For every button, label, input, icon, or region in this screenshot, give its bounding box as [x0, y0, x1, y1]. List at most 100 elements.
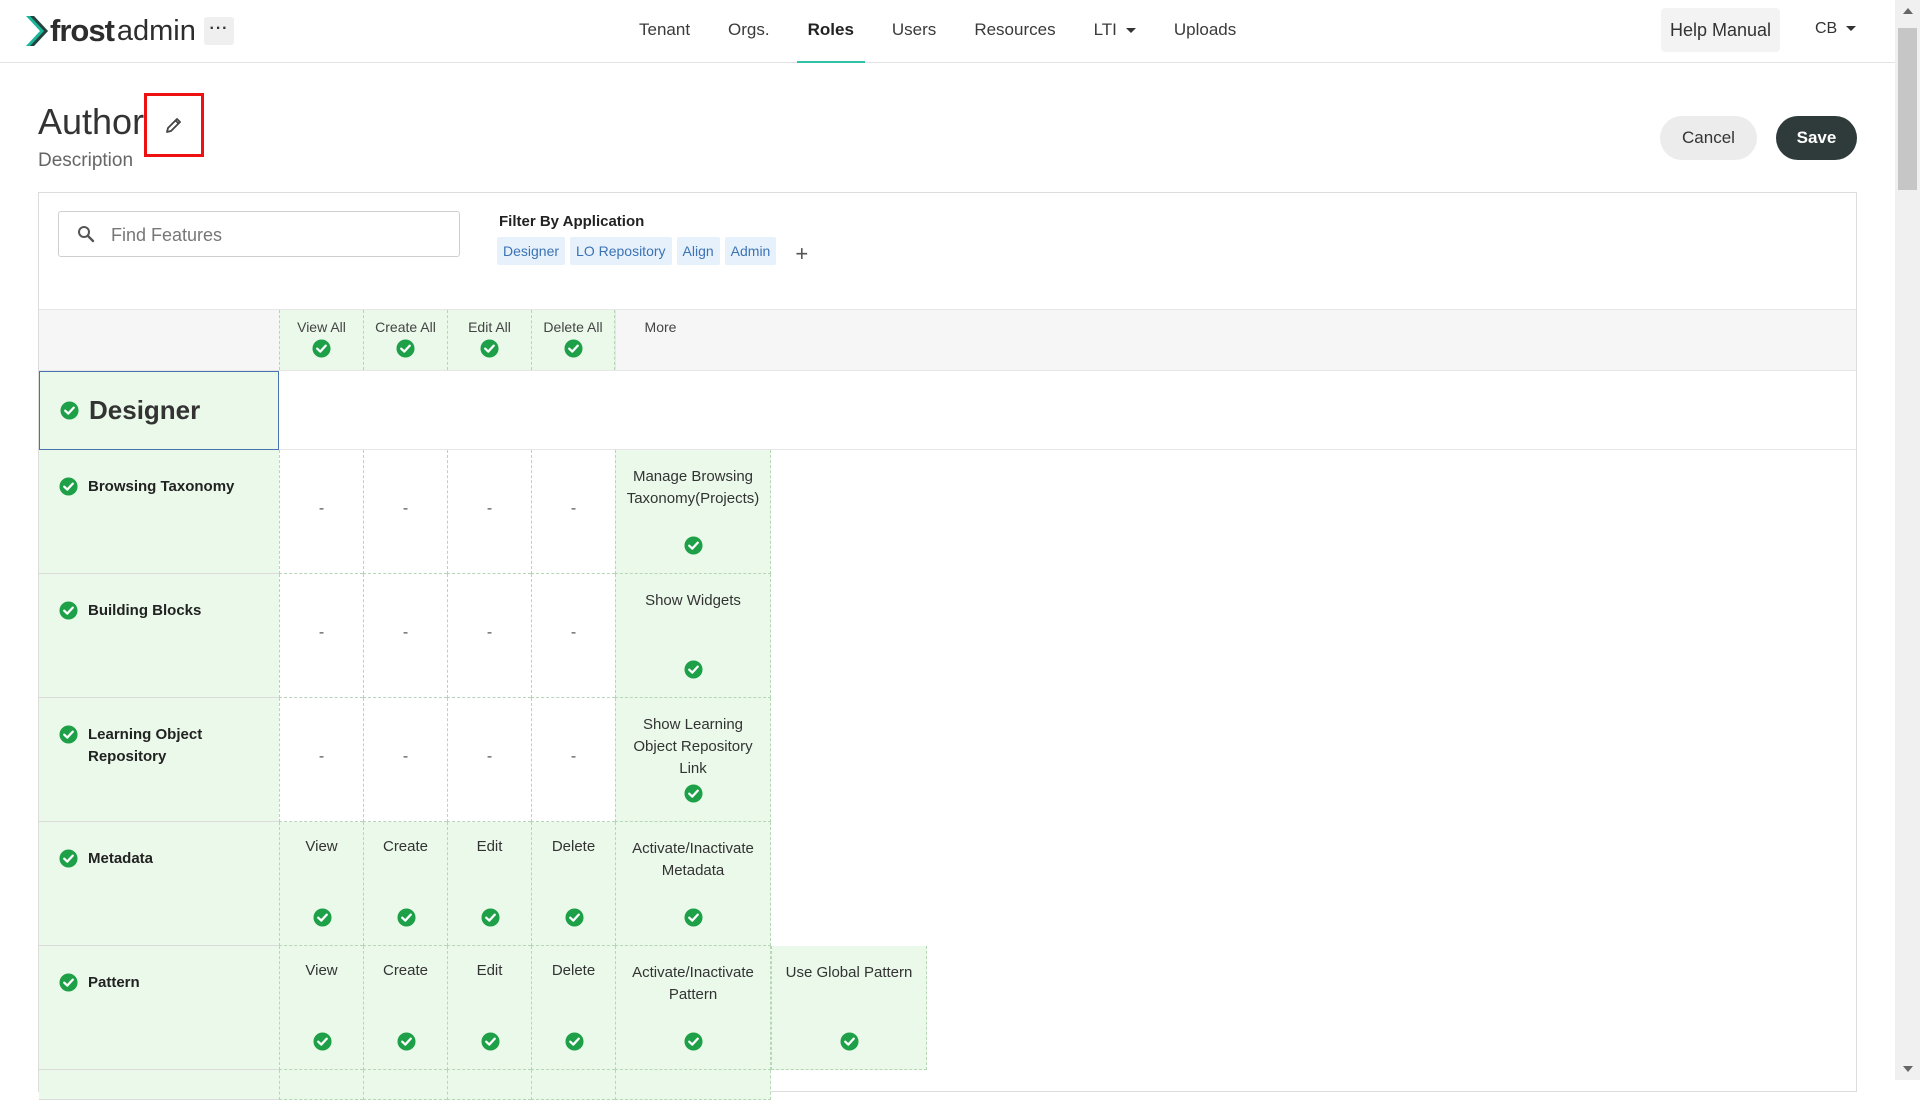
- chip-designer[interactable]: Designer: [497, 237, 566, 265]
- permission-cell-delete[interactable]: Delete: [531, 946, 615, 1070]
- check-circle-icon[interactable]: [480, 1032, 500, 1051]
- permission-cell-extra[interactable]: Use Global Pattern: [771, 946, 927, 1070]
- check-circle-icon[interactable]: [59, 477, 78, 496]
- permission-cell-extra[interactable]: Activate/Inactivate Metadata: [615, 822, 771, 946]
- feature-cell[interactable]: Metadata: [39, 822, 279, 946]
- permission-cell-create[interactable]: Create: [363, 946, 447, 1070]
- permission-cell-view: -: [279, 574, 363, 698]
- permission-label: Activate/Inactivate Metadata: [632, 840, 754, 879]
- check-circle-icon[interactable]: [563, 339, 583, 358]
- permission-cell-extra[interactable]: [615, 1070, 771, 1100]
- check-circle-icon[interactable]: [312, 908, 332, 927]
- permission-label: Manage Browsing Taxonomy(Projects): [626, 468, 760, 507]
- permission-cell-view: -: [279, 698, 363, 822]
- feature-cell[interactable]: [39, 1070, 279, 1100]
- permission-cell-view[interactable]: View: [279, 946, 363, 1070]
- feature-name: Pattern: [88, 974, 140, 991]
- user-initials: CB: [1815, 20, 1838, 37]
- check-circle-icon[interactable]: [684, 536, 703, 555]
- save-button[interactable]: Save: [1776, 116, 1857, 160]
- check-circle-icon[interactable]: [60, 401, 79, 420]
- permission-cell-edit[interactable]: Edit: [447, 822, 531, 946]
- permission-cell-extra[interactable]: Show Learning Object Repository Link: [615, 698, 771, 822]
- permission-na: -: [570, 624, 577, 641]
- permission-cell-delete: -: [531, 698, 615, 822]
- chip-lo-repository[interactable]: LO Repository: [570, 237, 672, 265]
- header-edit-all[interactable]: Edit All: [447, 310, 531, 370]
- feature-cell[interactable]: Pattern: [39, 946, 279, 1070]
- permission-cell-delete[interactable]: [531, 1070, 615, 1100]
- feature-name: Metadata: [88, 850, 154, 867]
- chip-admin[interactable]: Admin: [724, 237, 777, 265]
- permission-cell-extra[interactable]: Manage Browsing Taxonomy(Projects): [615, 450, 771, 574]
- permission-cell-edit[interactable]: [447, 1070, 531, 1100]
- cancel-button[interactable]: Cancel: [1660, 116, 1757, 160]
- check-circle-icon[interactable]: [312, 339, 331, 358]
- edit-title-button[interactable]: [144, 93, 204, 157]
- scrollbar-thumb[interactable]: [1898, 28, 1917, 190]
- check-circle-icon[interactable]: [480, 339, 499, 358]
- scroll-up-arrow-icon[interactable]: [1903, 8, 1913, 14]
- check-circle-icon[interactable]: [684, 784, 703, 803]
- nav-uploads[interactable]: Uploads: [1155, 0, 1255, 62]
- permission-cell-create[interactable]: Create: [363, 822, 447, 946]
- permission-label: Show Widgets: [645, 592, 741, 609]
- find-features-input[interactable]: [109, 212, 453, 258]
- nav-orgs[interactable]: Orgs.: [709, 0, 789, 62]
- group-cell-designer[interactable]: Designer: [39, 371, 279, 450]
- check-circle-icon[interactable]: [480, 908, 500, 927]
- check-circle-icon[interactable]: [564, 1032, 584, 1051]
- feature-cell[interactable]: Learning Object Repository: [39, 698, 279, 822]
- feature-cell[interactable]: Building Blocks: [39, 574, 279, 698]
- nav-roles[interactable]: Roles: [789, 0, 873, 63]
- check-circle-icon[interactable]: [312, 1032, 332, 1051]
- header-create-all[interactable]: Create All: [363, 310, 447, 370]
- header-delete-all[interactable]: Delete All: [531, 310, 615, 370]
- add-filter-button[interactable]: +: [795, 241, 808, 267]
- check-circle-icon[interactable]: [59, 601, 78, 620]
- check-circle-icon[interactable]: [840, 1032, 859, 1051]
- check-circle-icon[interactable]: [684, 1032, 703, 1051]
- nav-users[interactable]: Users: [873, 0, 955, 62]
- page-scrollbar[interactable]: [1895, 0, 1920, 1080]
- permission-cell-view: -: [279, 450, 363, 574]
- feature-cell[interactable]: Browsing Taxonomy: [39, 450, 279, 574]
- chip-align[interactable]: Align: [676, 237, 720, 265]
- role-description[interactable]: Description: [38, 150, 133, 172]
- permission-label: Show Learning Object Repository Link: [633, 716, 753, 777]
- filter-by-application-label: Filter By Application: [499, 213, 645, 230]
- feature-row-partial: [39, 1070, 1856, 1100]
- permission-cell-edit[interactable]: Edit: [447, 946, 531, 1070]
- check-circle-icon[interactable]: [396, 908, 416, 927]
- permissions-panel: Filter By Application Designer LO Reposi…: [38, 192, 1857, 1100]
- permission-cell-extra[interactable]: Show Widgets: [615, 574, 771, 698]
- permission-label: Create: [382, 962, 429, 979]
- feature-search-box[interactable]: [58, 211, 460, 258]
- header-label: View All: [297, 319, 346, 335]
- check-circle-icon[interactable]: [396, 339, 415, 358]
- more-menu-button[interactable]: ···: [204, 17, 234, 45]
- header-view-all[interactable]: View All: [279, 310, 363, 370]
- help-manual-button[interactable]: Help Manual: [1661, 8, 1780, 52]
- check-circle-icon[interactable]: [684, 908, 703, 927]
- app-logo[interactable]: frost admin: [26, 13, 196, 48]
- permission-cell-view[interactable]: [279, 1070, 363, 1100]
- check-circle-icon[interactable]: [59, 973, 78, 992]
- user-menu[interactable]: CB: [1815, 20, 1857, 38]
- permission-cell-extra[interactable]: Activate/Inactivate Pattern: [615, 946, 771, 1070]
- check-circle-icon[interactable]: [684, 660, 703, 679]
- pencil-icon: [166, 118, 181, 133]
- check-circle-icon[interactable]: [564, 908, 584, 927]
- scroll-down-arrow-icon[interactable]: [1903, 1066, 1913, 1072]
- frost-chevron-icon: [26, 16, 48, 46]
- check-circle-icon[interactable]: [396, 1032, 416, 1051]
- nav-tenant[interactable]: Tenant: [620, 0, 709, 62]
- check-circle-icon[interactable]: [59, 849, 78, 868]
- header-label: Edit All: [468, 319, 511, 335]
- nav-lti[interactable]: LTI: [1075, 0, 1155, 62]
- permission-cell-create[interactable]: [363, 1070, 447, 1100]
- check-circle-icon[interactable]: [59, 725, 78, 744]
- permission-cell-view[interactable]: View: [279, 822, 363, 946]
- nav-resources[interactable]: Resources: [955, 0, 1074, 62]
- permission-cell-delete[interactable]: Delete: [531, 822, 615, 946]
